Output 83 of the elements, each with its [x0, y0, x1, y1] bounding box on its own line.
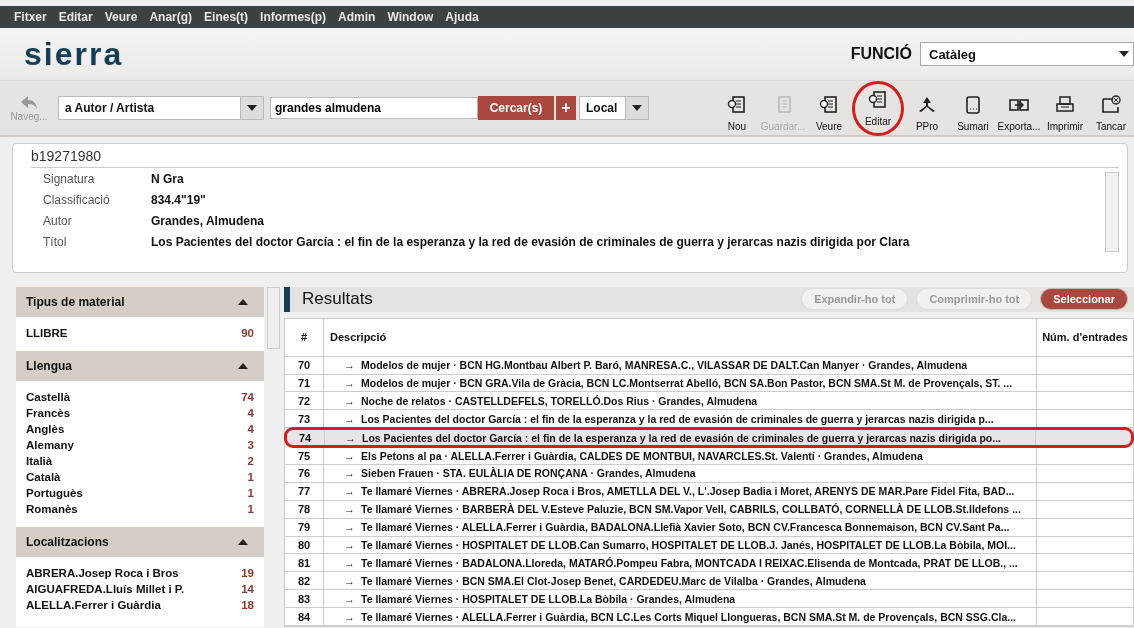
field-value: Grandes, Almudena — [151, 213, 264, 228]
facet-item[interactable]: Romanès 1 — [16, 501, 264, 517]
facet-header[interactable]: Tipus de material — [16, 287, 264, 317]
result-row[interactable]: 74 → Los Pacientes del doctor García : el fin de la esperanza y la red de evasión de criminales de guerra y jerarcas nazis dirigida po... — [285, 428, 1133, 448]
caret-icon — [247, 105, 257, 111]
caret-icon — [632, 105, 642, 111]
back-arrow-icon — [20, 94, 38, 111]
printer-icon — [1055, 94, 1075, 115]
toolbar-button[interactable]: Nou — [714, 90, 760, 136]
result-row[interactable]: 77 → Te llamaré Viernes · ABRERA.Josep Roca i Bros, AMETLLA DEL V., L'.Josep Badia i Moret, ARENYS DE MAR.Pare Fidel Fita, BAD... — [285, 482, 1133, 501]
facet-item[interactable]: Anglès 4 — [16, 421, 264, 437]
toolbar-button[interactable]: Veure — [806, 90, 852, 136]
facet-item[interactable]: Català 1 — [16, 469, 264, 485]
toolbar-button[interactable]: Sumari — [950, 90, 996, 136]
function-label: FUNCIÓ — [850, 45, 912, 63]
result-row[interactable]: 76 → Sieben Frauen · STA. EULÀLIA DE RONÇANA · Grandes, Almudena — [285, 465, 1133, 483]
menu-item[interactable]: Editar — [58, 10, 93, 24]
toolbar-button[interactable]: Imprimir — [1042, 90, 1088, 136]
search-button[interactable]: Cercar(s) — [478, 96, 554, 120]
caret-icon — [1119, 51, 1129, 57]
facet-item[interactable]: Italià 2 — [16, 453, 264, 469]
facet-header[interactable]: Llengua — [16, 351, 264, 381]
collapse-icon — [238, 363, 248, 369]
add-button[interactable]: + — [556, 96, 576, 120]
facet-item[interactable]: ALELLA.Ferrer i Guàrdia 18 — [16, 597, 264, 613]
facet-header[interactable]: Localitzacions — [16, 527, 264, 557]
menu-item[interactable]: Anar(g) — [149, 10, 193, 24]
results-button[interactable]: Seleccionar — [1040, 288, 1128, 311]
result-row[interactable]: 80 → Te llamaré Viernes · HOSPITALET DE LLOB.Can Sumarro, HOSPITALET DE LLOB.J. Janés, HOSPITALET DE LLOB.La Bòbila, MOI... — [285, 536, 1133, 555]
result-row[interactable]: 75 → Els Petons al pa · ALELLA.Ferrer i Guàrdia, CALDES DE MONTBUI, NAVARCLES.St. Valentí · Grandes, Almudena — [285, 447, 1133, 465]
toolbar-button[interactable]: PPro — [904, 90, 950, 136]
facet-item[interactable]: LLIBRE 90 — [16, 325, 264, 341]
result-row[interactable]: 83 → Te llamaré Viernes · HOSPITALET DE LLOB.La Bòbila · Grandes, Almudena — [285, 590, 1133, 609]
menu-item[interactable]: Window — [387, 10, 434, 24]
toolbar-button[interactable]: Tancar — [1088, 90, 1134, 136]
menu-item[interactable]: Fitxer — [14, 10, 47, 24]
scope-dropdown[interactable]: Local — [579, 96, 649, 120]
toolbar-button[interactable]: Editar — [852, 80, 904, 136]
facet-item[interactable]: AIGUAFREDA.Lluís Millet i P. 14 — [16, 581, 264, 597]
field-value: N Gra — [151, 171, 184, 186]
facet-item[interactable]: ABRERA.Josep Roca i Bros 19 — [16, 565, 264, 581]
menu-item[interactable]: Eines(t) — [204, 10, 249, 24]
result-row[interactable]: 84 → Te llamaré Viernes · ALELLA.Ferrer i Guàrdia, BCN LC.Les Corts Miquel Llongueras, BCN SMA.St M. de Provençals, BCN SSG.Cla... — [285, 608, 1133, 626]
result-row[interactable]: 82 → Te llamaré Viernes · BCN SMA.El Clot-Josep Benet, CARDEDEU.Marc de Vilalba · Grandes, Almudena — [285, 572, 1133, 591]
document-icon — [727, 94, 747, 115]
toolbar-button[interactable]: Exporta... — [996, 90, 1042, 136]
function-dropdown[interactable]: Catàleg — [920, 42, 1134, 66]
field-value: Los Pacientes del doctor García : el fin de la esperanza y la red de evasión de criminales de guerra y jerarcas nazis dirigida por Clara — [151, 234, 910, 249]
record-id: b19271980 — [31, 148, 1119, 168]
facet-item[interactable]: Castellà 74 — [16, 389, 264, 405]
field-label: Signatura — [43, 171, 96, 186]
column-header[interactable]: Descripció — [324, 318, 1037, 356]
menu-item[interactable]: Admin — [338, 10, 376, 24]
result-row[interactable]: 71 → Modelos de mujer · BCN GRA.Vila de Gràcia, BCN LC.Montserrat Abelló, BCN SA.Bon Pastor, BCN SMA.St M. de Provençals, ST. ... — [285, 374, 1133, 393]
column-header[interactable]: # — [285, 318, 324, 356]
menu-item[interactable]: Veure — [104, 10, 138, 24]
facet-item[interactable]: Portuguès 1 — [16, 485, 264, 501]
field-label: Autor — [43, 213, 73, 228]
index-dropdown[interactable]: a Autor / Artista — [58, 96, 264, 120]
facet-item[interactable]: Alemany 3 — [16, 437, 264, 453]
document-icon — [868, 89, 888, 110]
collapse-icon — [238, 299, 248, 305]
logo: sierra — [24, 35, 124, 73]
menu-item[interactable]: Informes(p) — [260, 10, 327, 24]
result-row[interactable]: 79 → Te llamaré Viernes · ALELLA.Ferrer i Guàrdia, BADALONA.Llefià Xavier Soto, BCN CV.Francesca Bonnemaison, BCN CV.Sant Pa... — [285, 518, 1133, 537]
menu-item[interactable]: Ajuda — [445, 10, 479, 24]
column-header[interactable]: Núm. d'entrades — [1037, 331, 1133, 344]
field-label: Classificació — [43, 192, 111, 207]
result-row[interactable]: 78 → Te llamaré Viernes · BARBERÀ DEL V.Esteve Paluzie, BCN SM.Vapor Vell, CABRILS, COLLBATÓ, CORNELLÀ DE LLOB.St.Ildefons ... — [285, 500, 1133, 519]
tablet-icon — [963, 94, 983, 115]
collapse-icon — [238, 539, 248, 545]
field-label: Títol — [43, 234, 68, 249]
facet-item[interactable]: Francès 4 — [16, 405, 264, 421]
result-row[interactable]: 72 → Noche de relatos · CASTELLDEFELS, TORELLÓ.Dos Rius · Grandes, Almudena — [285, 392, 1133, 411]
scrollbar[interactable] — [267, 287, 280, 349]
result-row[interactable]: 81 → Te llamaré Viernes · BADALONA.Lloreda, MATARÓ.Pompeu Fabra, MONTCADA I REIXAC.Elisenda de Montcada, PRAT DE LLOB., ... — [285, 554, 1133, 573]
results-title: Resultats — [302, 289, 373, 310]
search-field[interactable]: grandes almudena — [270, 97, 478, 119]
field-value: 834.4"19" — [151, 192, 206, 207]
document-icon — [819, 94, 839, 115]
result-row[interactable]: 70 → Modelos de mujer · BCN HG.Montbau Albert P. Baró, MANRESA.C., VILASSAR DE DALT.Can Manyer · Grandes, Almudena — [285, 356, 1133, 375]
scrollbar[interactable] — [1105, 172, 1119, 252]
close-icon — [1101, 94, 1121, 115]
